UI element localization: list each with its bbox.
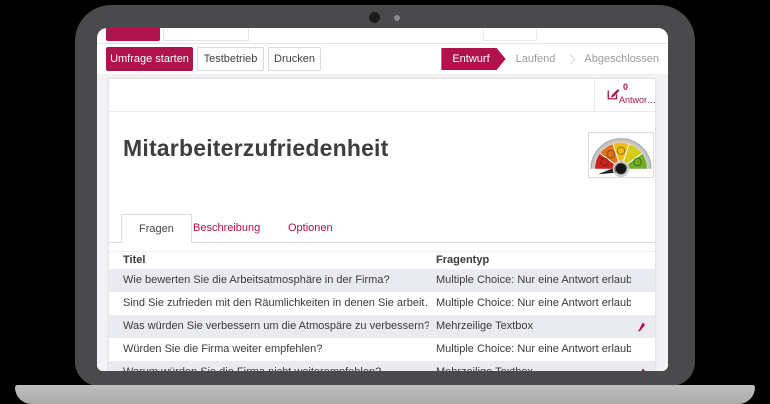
webcam-led-icon: [394, 15, 400, 21]
satisfaction-gauge-image: [588, 132, 654, 178]
textbox-marker-icon: [637, 368, 646, 371]
question-title: Würden Sie die Firma weiter empfehlen?: [123, 338, 429, 361]
answers-label: Antwor…: [619, 95, 656, 105]
table-row[interactable]: Warum würden Sie die Firma nicht weitere…: [109, 361, 655, 371]
gauge-icon: [590, 134, 652, 178]
partial-primary-button[interactable]: [106, 28, 160, 41]
column-header-titel: Titel: [123, 254, 145, 266]
question-title: Was würden Sie verbessern um die Atmospä…: [123, 315, 429, 338]
webcam-icon: [369, 12, 380, 23]
table-row[interactable]: Sind Sie zufrieden mit den Räumlichkeite…: [109, 292, 655, 315]
page-background: 0 Antwor… Mitarbeiterzufriedenheit: [97, 74, 668, 371]
textbox-marker-icon: [637, 322, 646, 332]
answers-count: 0: [623, 82, 628, 92]
tab-fragen[interactable]: Fragen: [121, 214, 192, 243]
answers-badge-button[interactable]: 0 Antwor…: [594, 79, 655, 112]
laptop-mockup: Umfrage starten Testbetrieb Drucken Entw…: [0, 0, 770, 404]
table-row[interactable]: Was würden Sie verbessern um die Atmospä…: [109, 315, 655, 338]
question-title: Warum würden Sie die Firma nicht weitere…: [123, 361, 429, 371]
app-screen: Umfrage starten Testbetrieb Drucken Entw…: [97, 28, 668, 371]
start-survey-button[interactable]: Umfrage starten: [106, 47, 193, 71]
laptop-base: [15, 385, 755, 404]
column-header-fragentyp: Fragentyp: [436, 254, 489, 266]
status-step-laufend: Laufend: [516, 53, 556, 65]
print-button[interactable]: Drucken: [268, 47, 321, 71]
table-header-row: Titel Fragentyp: [109, 251, 655, 269]
survey-card: 0 Antwor… Mitarbeiterzufriedenheit: [108, 78, 656, 371]
question-title: Wie bewerten Sie die Arbeitsatmosphäre i…: [123, 269, 429, 292]
test-mode-button[interactable]: Testbetrieb: [197, 47, 264, 71]
card-header-strip: 0 Antwor…: [109, 79, 655, 112]
question-type: Mehrzeilige Textbox: [436, 361, 631, 371]
questions-table: Titel Fragentyp Wie bewerten Sie die Arb…: [109, 251, 655, 371]
partial-button[interactable]: [163, 28, 249, 41]
chevron-right-icon: [566, 54, 576, 64]
question-type: Multiple Choice: Nur eine Antwort erlaub…: [436, 269, 631, 292]
partial-dropdown[interactable]: [483, 28, 537, 41]
tab-optionen[interactable]: Optionen: [288, 214, 333, 242]
status-stepper: Entwurf Laufend Abgeschlossen: [441, 48, 659, 70]
status-step-entwurf: Entwurf: [441, 48, 505, 70]
status-step-abgeschlossen: Abgeschlossen: [584, 53, 659, 65]
tab-beschreibung[interactable]: Beschreibung: [193, 214, 260, 242]
table-row[interactable]: Wie bewerten Sie die Arbeitsatmosphäre i…: [109, 269, 655, 292]
question-type: Mehrzeilige Textbox: [436, 315, 631, 338]
page-title: Mitarbeiterzufriedenheit: [123, 135, 389, 162]
toolbar: Umfrage starten Testbetrieb Drucken Entw…: [97, 44, 668, 74]
question-type: Multiple Choice: Nur eine Antwort erlaub…: [436, 292, 631, 315]
question-title: Sind Sie zufrieden mit den Räumlichkeite…: [123, 292, 429, 315]
question-type: Multiple Choice: Nur eine Antwort erlaub…: [436, 338, 631, 361]
table-row[interactable]: Würden Sie die Firma weiter empfehlen? M…: [109, 338, 655, 361]
